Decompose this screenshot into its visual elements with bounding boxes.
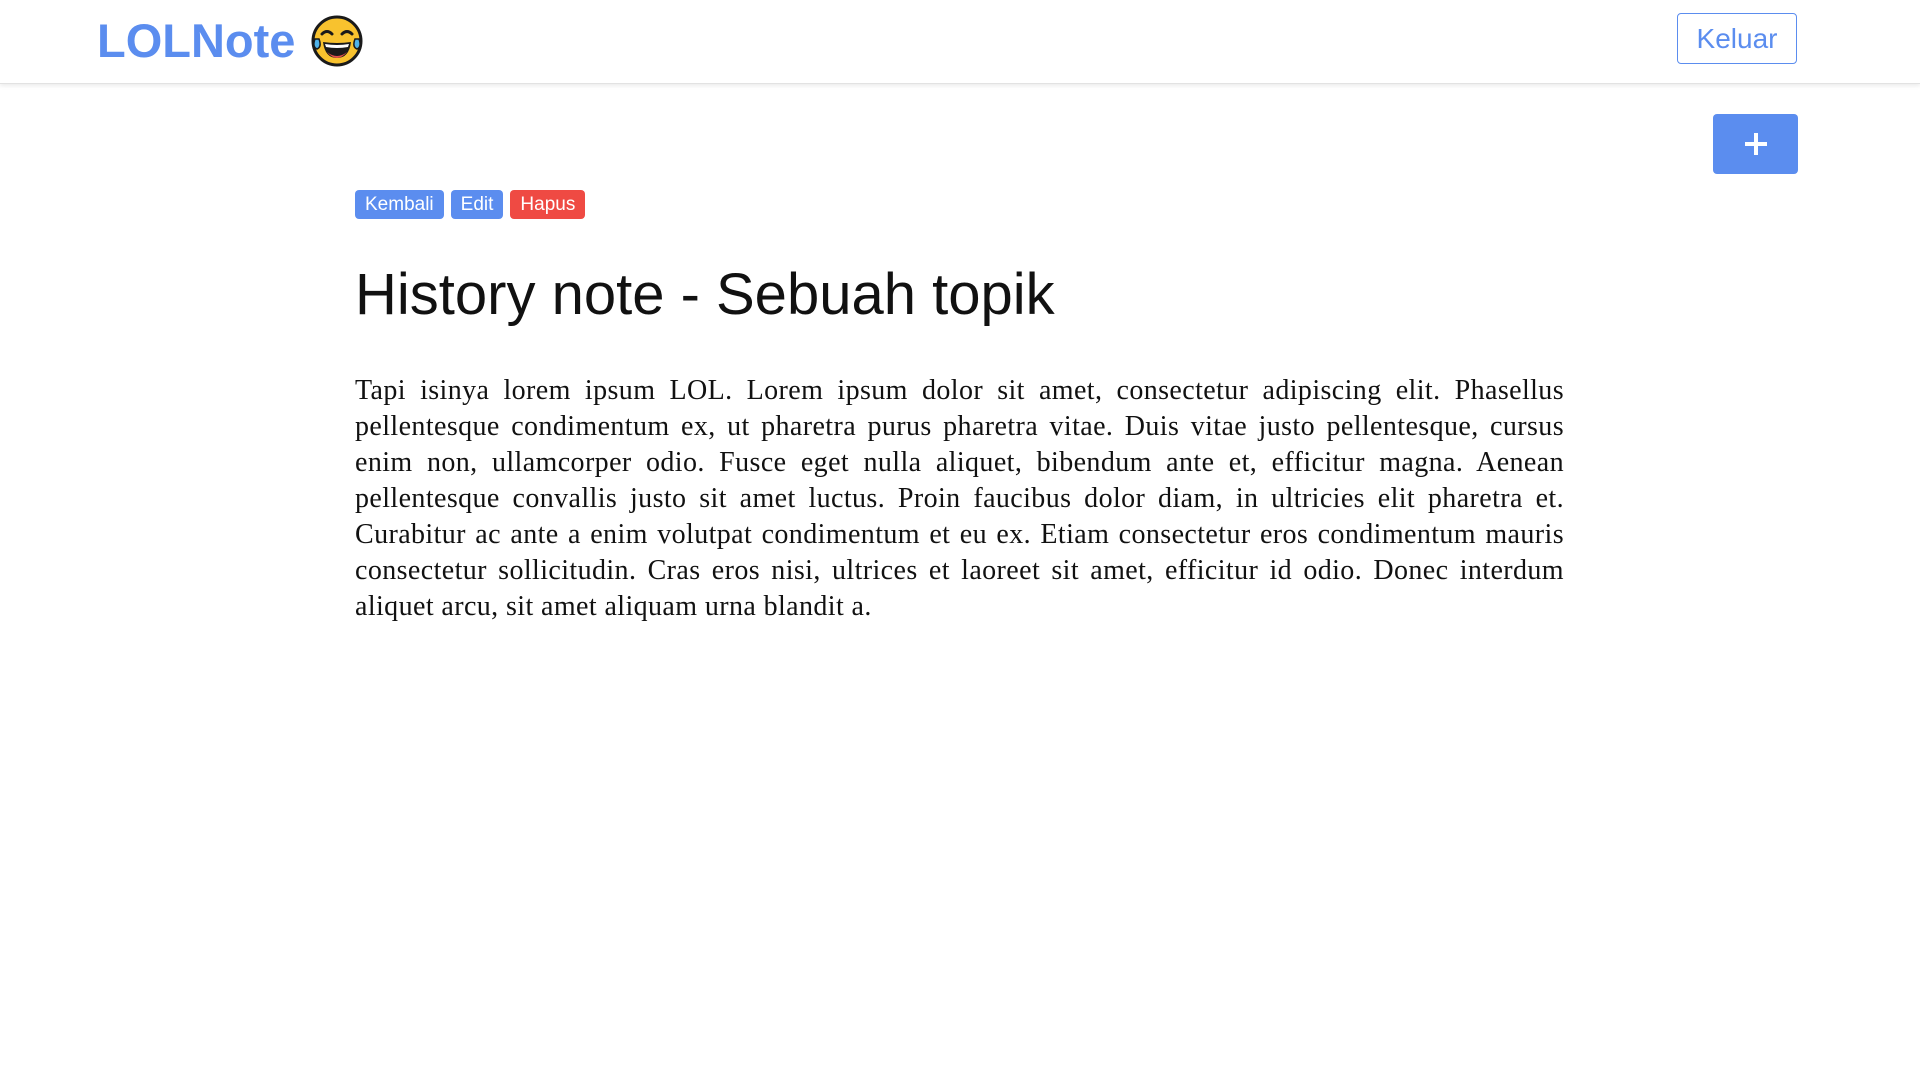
logout-button[interactable]: Keluar — [1677, 13, 1797, 64]
note-body: Tapi isinya lorem ipsum LOL. Lorem ipsum… — [355, 375, 1564, 622]
plus-icon — [1744, 133, 1767, 155]
note-title: History note - Sebuah topik — [355, 262, 1055, 327]
brand-link[interactable]: LOLNote — [97, 13, 363, 69]
edit-button[interactable]: Edit — [450, 190, 504, 219]
face-with-tears-of-joy-icon — [311, 15, 363, 67]
back-button[interactable]: Kembali — [355, 190, 444, 219]
navbar: LOLNote Keluar — [0, 0, 1920, 84]
note-actions: Kembali Edit Hapus — [355, 190, 586, 219]
add-note-button[interactable] — [1713, 114, 1798, 174]
brand-name: LOLNote — [97, 14, 296, 67]
delete-button[interactable]: Hapus — [510, 190, 586, 219]
